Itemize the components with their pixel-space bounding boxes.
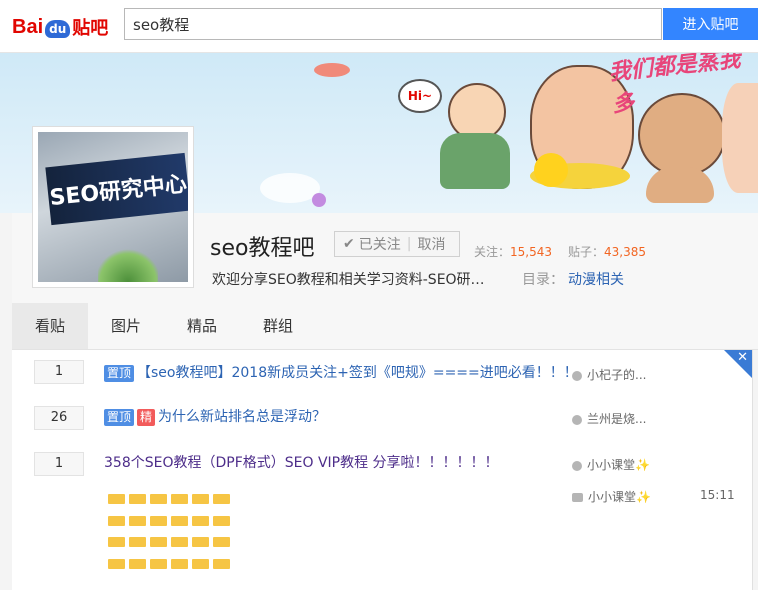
- folder-icon: [192, 494, 209, 504]
- author-name[interactable]: 兰州是烧...: [587, 412, 646, 426]
- duck-icon: [534, 153, 568, 187]
- last-reply-name[interactable]: 小小课堂✨: [588, 490, 651, 504]
- balloon-decoration: [312, 193, 326, 207]
- folder-icon: [213, 494, 230, 504]
- pinned-badge: 置顶: [104, 365, 135, 382]
- author-name[interactable]: 小杞子的...: [587, 368, 646, 382]
- last-reply-author[interactable]: 小小课堂✨: [572, 488, 651, 505]
- folder-icon: [192, 537, 209, 547]
- directory-label: 目录：: [522, 272, 564, 288]
- thread-title[interactable]: 358个SEO教程（DPF格式）SEO VIP教程 分享啦！！！！！！: [104, 452, 499, 472]
- search-input[interactable]: [124, 8, 662, 40]
- folder-icon: [150, 515, 167, 526]
- ufo-icon: [314, 63, 350, 77]
- folder-icon: [171, 537, 188, 547]
- thread-author[interactable]: 小小课堂✨: [572, 456, 650, 473]
- folder-icon: [213, 515, 230, 526]
- baidu-tieba-logo[interactable]: Bai du 贴吧: [12, 10, 108, 44]
- avatar-photo: SEO研究中心: [38, 132, 188, 282]
- folder-icon: [108, 558, 125, 569]
- folder-icon: [108, 494, 125, 504]
- divider: |: [406, 236, 412, 252]
- plant-decoration: [98, 246, 158, 282]
- close-icon[interactable]: ✕: [737, 350, 748, 365]
- pinned-badge: 置顶: [104, 409, 135, 426]
- follow-toggle[interactable]: ✔ 已关注 | 取消: [334, 231, 460, 257]
- folder-icon: [171, 515, 188, 526]
- folder-icon: [108, 515, 125, 526]
- folder-icon: [171, 494, 188, 504]
- logo-bai: Bai: [12, 15, 44, 38]
- author-name[interactable]: 小小课堂✨: [587, 458, 650, 472]
- reply-icon: [572, 493, 583, 502]
- thread-title-text[interactable]: 为什么新站排名总是浮动？: [158, 409, 326, 425]
- user-icon: [572, 414, 582, 425]
- cartoon-boy-figure: [440, 83, 510, 193]
- unfollow-button[interactable]: 取消: [417, 234, 445, 254]
- posts-stat: 贴子：43,385: [568, 243, 646, 260]
- logo-tieba: 贴吧: [72, 18, 109, 39]
- forum-tabs: 看贴 图片 精品 群组: [12, 303, 758, 350]
- followers-stat: 关注：15,543: [474, 243, 552, 260]
- directory-link[interactable]: 动漫相关: [568, 269, 624, 289]
- reply-count: 1: [34, 360, 84, 384]
- tab-featured[interactable]: 精品: [164, 303, 240, 349]
- thread-title-text[interactable]: 【seo教程吧】2018新成员关注+签到《吧规》====进吧必看！！！: [137, 365, 578, 381]
- forum-title[interactable]: seo教程吧: [210, 230, 314, 262]
- folder-icon: [171, 558, 188, 569]
- folder-icon: [129, 494, 146, 504]
- folder-icon: [192, 558, 209, 569]
- hi-speech-bubble: Hi~: [398, 79, 442, 113]
- featured-badge: 精: [137, 409, 156, 426]
- folder-icon: [129, 537, 146, 547]
- tab-pictures[interactable]: 图片: [88, 303, 164, 349]
- thread-author[interactable]: 兰州是烧...: [572, 410, 646, 427]
- user-icon: [572, 370, 582, 381]
- user-icon: [572, 460, 582, 471]
- folder-icon: [213, 558, 230, 569]
- forum-avatar[interactable]: SEO研究中心: [32, 126, 194, 288]
- forum-description: 欢迎分享SEO教程和相关学习资料-SEO研…: [212, 272, 485, 288]
- reply-count: 26: [34, 406, 84, 430]
- folder-icon: [108, 537, 125, 547]
- folder-icon: [150, 537, 167, 547]
- enter-forum-button[interactable]: 进入贴吧: [663, 8, 758, 40]
- tab-groups[interactable]: 群组: [240, 303, 316, 349]
- reply-count: 1: [34, 452, 84, 476]
- folder-icon: [129, 515, 146, 526]
- followers-label: 关注：: [474, 245, 511, 259]
- check-icon: ✔: [343, 236, 355, 252]
- tab-posts[interactable]: 看贴: [12, 303, 88, 349]
- folder-icon: [129, 558, 146, 569]
- top-bar: Bai du 贴吧 进入贴吧: [0, 0, 758, 53]
- folder-icon: [213, 537, 230, 547]
- thread-list: ✕ 1 置顶 【seo教程吧】2018新成员关注+签到《吧规》====进吧必看！！…: [12, 350, 753, 590]
- posts-count: 43,385: [604, 245, 647, 259]
- folder-icon: [150, 558, 167, 569]
- followed-label: 已关注: [358, 237, 401, 253]
- thread-thumbnail[interactable]: [104, 490, 234, 580]
- cloud-decoration: [260, 173, 320, 203]
- posts-label: 贴子：: [568, 245, 605, 259]
- thread-author[interactable]: 小杞子的...: [572, 366, 646, 383]
- followers-count: 15,543: [510, 245, 553, 259]
- folder-icon: [150, 494, 167, 504]
- avatar-sign: SEO研究中心: [45, 152, 188, 226]
- folder-icon: [192, 515, 209, 526]
- logo-paw-icon: du: [45, 20, 71, 38]
- last-reply-time: 15:11: [700, 488, 735, 502]
- thread-title[interactable]: 置顶精为什么新站排名总是浮动？: [104, 406, 326, 426]
- thread-title[interactable]: 置顶 【seo教程吧】2018新成员关注+签到《吧规》====进吧必看！！！: [104, 362, 578, 382]
